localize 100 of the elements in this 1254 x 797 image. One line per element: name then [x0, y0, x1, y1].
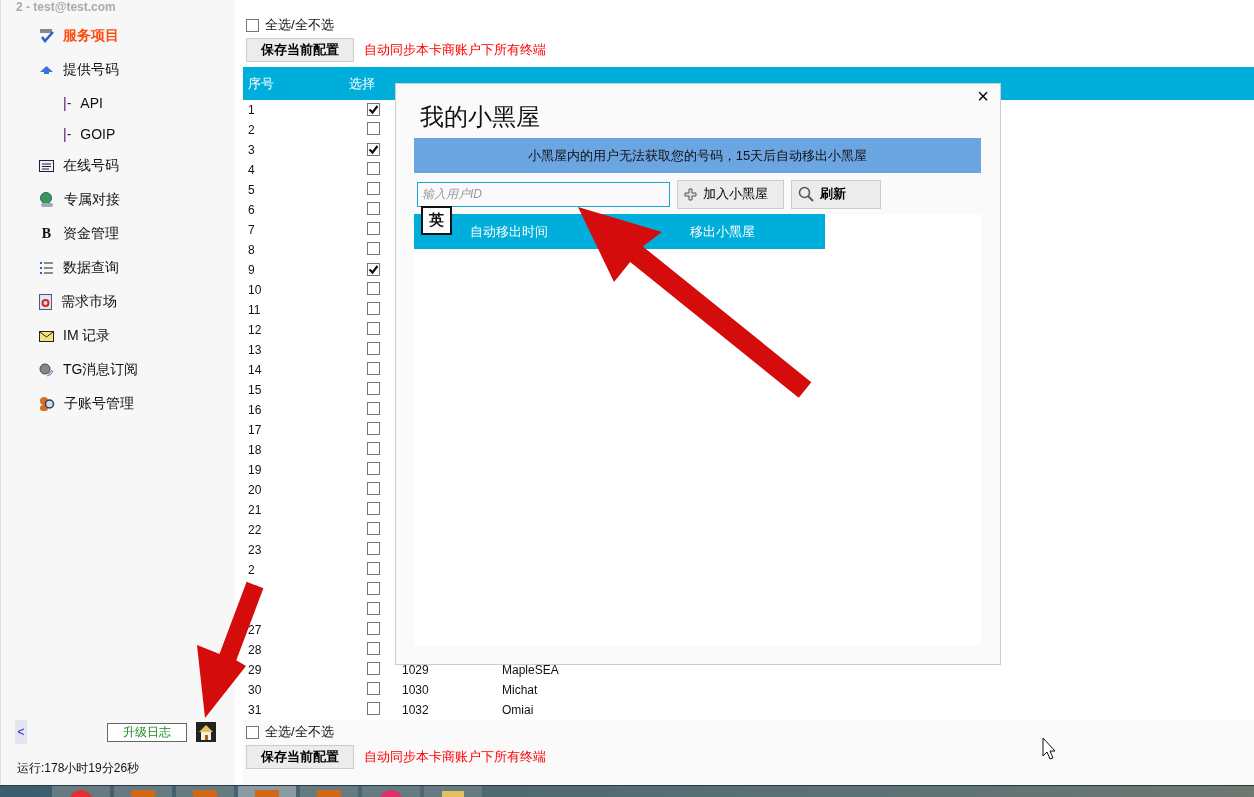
row-number: 30 — [248, 683, 263, 697]
home-icon[interactable] — [196, 722, 216, 742]
select-all-label: 全选/全不选 — [265, 16, 334, 34]
checkbox[interactable] — [367, 642, 380, 655]
checkbox[interactable] — [367, 702, 380, 715]
row-number: 21 — [248, 503, 263, 517]
row-number: 2 — [248, 563, 256, 577]
checkbox[interactable] — [367, 462, 380, 475]
column-header: 自动移出时间 — [470, 222, 549, 241]
checkbox[interactable] — [367, 522, 380, 535]
document-icon — [39, 294, 52, 310]
row-number: 22 — [248, 523, 263, 537]
close-button[interactable]: × — [977, 86, 989, 106]
sidebar-item[interactable]: TG消息订阅 — [1, 353, 235, 387]
row-number: 19 — [248, 463, 263, 477]
checkbox[interactable] — [367, 542, 380, 555]
sidebar-item[interactable]: 数据查询 — [1, 251, 235, 285]
row-number: 9 — [248, 263, 256, 277]
checkbox[interactable] — [367, 262, 380, 276]
checkbox[interactable] — [367, 582, 380, 595]
checkbox[interactable] — [367, 182, 380, 195]
search-icon — [798, 186, 814, 202]
row-number: 31 — [248, 703, 263, 717]
checkbox[interactable] — [367, 502, 380, 515]
row-number: 10 — [248, 283, 263, 297]
bold-icon: B — [39, 226, 54, 242]
checkbox[interactable] — [367, 222, 380, 235]
checkbox[interactable] — [367, 122, 380, 135]
checkbox[interactable] — [367, 302, 380, 315]
checkbox[interactable] — [367, 202, 380, 215]
checkbox[interactable] — [367, 342, 380, 355]
row-number: 2 — [248, 123, 256, 137]
row-number: 27 — [248, 623, 263, 637]
checkbox[interactable] — [367, 602, 380, 615]
row-number: 28 — [248, 643, 263, 657]
user-id-field[interactable]: 输入用户ID — [417, 181, 670, 207]
row-number: 12 — [248, 323, 263, 337]
checkbox[interactable] — [246, 725, 259, 739]
row-number: 3 — [248, 143, 256, 157]
save-config-button[interactable]: 保存当前配置 — [246, 745, 354, 769]
row-number: 23 — [248, 543, 263, 557]
sidebar-subitem[interactable]: |- API — [1, 87, 235, 118]
cursor-icon — [1042, 737, 1056, 760]
checkbox[interactable] — [246, 18, 259, 32]
checkbox[interactable] — [367, 362, 380, 375]
checkbox[interactable] — [367, 562, 380, 575]
sidebar-item[interactable]: 子账号管理 — [1, 387, 235, 421]
app-icon — [252, 788, 282, 797]
checkbox[interactable] — [367, 142, 380, 156]
user-search-icon — [39, 396, 55, 412]
speaker-icon — [39, 362, 54, 378]
checkbox[interactable] — [367, 622, 380, 635]
checkbox[interactable] — [367, 102, 380, 116]
checkbox[interactable] — [367, 382, 380, 395]
column-header: 移出小黑屋 — [690, 222, 756, 241]
changelog-button[interactable]: 升级日志 — [107, 722, 187, 742]
checkbox[interactable] — [367, 482, 380, 495]
checkbox[interactable] — [367, 282, 380, 295]
sync-note: 自动同步本卡商账户下所有终端 — [364, 748, 546, 766]
envelope-icon — [39, 330, 54, 342]
table-cell-text: MapleSEA — [502, 663, 560, 677]
table-cell-text: Omiai — [502, 703, 535, 717]
sidebar-item[interactable]: B 资金管理 — [1, 217, 235, 251]
checkbox[interactable] — [367, 422, 380, 435]
row-number: 20 — [248, 483, 263, 497]
checkbox[interactable] — [367, 662, 380, 675]
sidebar-item[interactable]: 专属对接 — [1, 183, 235, 217]
uptime-text: 运行:178小时19分26秒 — [16, 760, 141, 777]
sidebar-item[interactable]: 需求市场 — [1, 285, 235, 319]
row-number: 6 — [248, 203, 256, 217]
sidebar-item[interactable]: IM 记录 — [1, 319, 235, 353]
app-icon — [314, 788, 344, 797]
column-header: 序号 — [247, 74, 275, 93]
checkbox[interactable] — [367, 682, 380, 695]
checkbox[interactable] — [367, 322, 380, 335]
table-cell-text: Michat — [502, 683, 539, 697]
add-button[interactable]: 加入小黑屋 — [677, 179, 784, 209]
ime-indicator: 英 — [421, 206, 452, 235]
sidebar-item[interactable]: 在线号码 — [1, 149, 235, 183]
row-number: 13 — [248, 343, 263, 357]
checkbox[interactable] — [367, 242, 380, 255]
row-number: 14 — [248, 363, 263, 377]
sync-note: 自动同步本卡商账户下所有终端 — [364, 41, 546, 59]
taskbar-button[interactable] — [424, 786, 482, 797]
column-header: 选择 — [348, 74, 376, 93]
checkbox[interactable] — [367, 402, 380, 415]
row-number: 16 — [248, 403, 263, 417]
save-config-button[interactable]: 保存当前配置 — [246, 38, 354, 62]
refresh-button[interactable]: 刷新 — [791, 179, 881, 209]
sidebar-subitem[interactable]: |- GOIP — [1, 118, 235, 149]
checkbox[interactable] — [367, 162, 380, 175]
select-all-label: 全选/全不选 — [265, 723, 334, 741]
row-number: 29 — [248, 663, 263, 677]
checkbox[interactable] — [367, 442, 380, 455]
row-number: 7 — [248, 223, 256, 237]
dialog-title: 我的小黑屋 — [420, 102, 541, 132]
sidebar-item[interactable]: 提供号码 — [1, 53, 235, 87]
numbered-list-icon — [39, 261, 54, 275]
collapse-button[interactable]: < — [15, 720, 27, 744]
row-number: 5 — [248, 183, 256, 197]
